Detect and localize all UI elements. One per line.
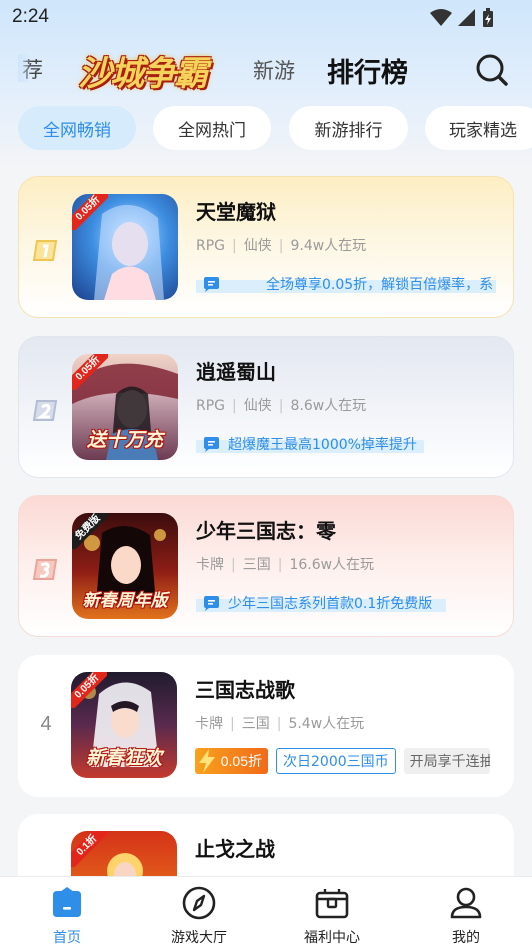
game-cover: 0.05折 (72, 194, 178, 300)
chat-bubble-icon (204, 595, 219, 611)
discount-ribbon-label: 0.1折 (71, 831, 107, 867)
logo-text: 沙城争霸 (78, 54, 208, 94)
chat-bubble-icon (204, 436, 219, 452)
filter-chip-bestselling[interactable]: 全网畅销 (18, 106, 136, 150)
search-icon (476, 54, 508, 86)
game-meta: 卡牌 | 三国 | 16.6w人在玩 (196, 557, 375, 573)
filter-chip-player-picks[interactable]: 玩家精选 (425, 106, 532, 150)
discount-ribbon-label: 0.05折 (72, 194, 108, 230)
cover-caption: 送十万充 (86, 429, 163, 451)
status-bar: 2:24 (0, 0, 532, 36)
nav-home[interactable]: 首页 (17, 877, 117, 946)
game-card-1[interactable]: 0.05折 天堂魔狱 RPG | 仙侠 | 9.4w人在玩 全场尊享0.05折，解锁百倍… (18, 176, 514, 318)
nav-profile-label: 我的 (452, 930, 480, 946)
game-title: 天堂魔狱 (196, 200, 276, 224)
game-players: 9.4w人在玩 (290, 238, 367, 254)
game-theme: 仙侠 (243, 238, 272, 254)
game-cover: 免费版 新春周年版 (72, 513, 178, 619)
free-version-ribbon: 免费版 (72, 513, 108, 549)
nav-game-hall-label: 游戏大厅 (171, 930, 227, 946)
discount-ribbon: 0.05折 (71, 672, 107, 708)
battery-icon (483, 8, 493, 27)
filter-chip-hot[interactable]: 全网热门 (153, 106, 271, 150)
tab-fade (18, 54, 32, 82)
tab-recommend[interactable]: 荐 (18, 54, 43, 84)
brand-logo[interactable]: 沙城争霸 (78, 44, 224, 94)
game-title: 少年三国志：零 (196, 519, 336, 543)
game-genre: 卡牌 (196, 557, 224, 573)
promo-line: 少年三国志系列首款0.1折免费版 (196, 594, 446, 612)
game-players: 5.4w人在玩 (288, 716, 365, 732)
game-title: 逍遥蜀山 (196, 360, 276, 384)
chat-bubble-icon (204, 276, 219, 292)
status-time: 2:24 (12, 6, 49, 27)
free-version-ribbon-label: 免费版 (72, 513, 108, 549)
game-title: 三国志战歌 (195, 678, 295, 702)
game-meta: RPG | 仙侠 | 9.4w人在玩 (196, 238, 367, 254)
gacha-bonus-tag: 开局享千连抽 (403, 748, 490, 774)
game-card-3[interactable]: 免费版 新春周年版 少年三国志：零 卡牌 | 三国 | 16.6w人在玩 少年三国志系列… (18, 495, 514, 637)
game-meta: 卡牌 | 三国 | 5.4w人在玩 (195, 716, 365, 732)
cover-caption: 新春狂欢 (85, 747, 162, 769)
game-meta: RPG | 仙侠 | 8.6w人在玩 (196, 398, 367, 414)
nav-welfare-center[interactable]: 福利中心 (282, 877, 382, 946)
nav-home-label: 首页 (53, 930, 81, 946)
status-icons (430, 8, 494, 28)
discount-ribbon: 0.1折 (71, 831, 107, 867)
discount-ribbon-label: 0.05折 (72, 354, 108, 390)
search-button[interactable] (474, 52, 510, 88)
lightning-icon (199, 749, 215, 773)
rank-number: 4 (40, 713, 52, 735)
game-card-2[interactable]: 0.05折 送十万充 逍遥蜀山 RPG | 仙侠 | 8.6w人在玩 超爆魔王最高100… (18, 336, 514, 478)
promo-line: 超爆魔王最高1000%掉率提升 (196, 435, 424, 453)
discount-ribbon: 0.05折 (72, 194, 108, 230)
cover-caption: 新春周年版 (82, 591, 168, 611)
bottom-navigation: 首页 游戏大厅 福利中心 我的 (0, 876, 532, 946)
promo-text: 全场尊享0.05折，解锁百倍爆率，系 (266, 277, 494, 293)
game-theme: 三国 (242, 557, 271, 573)
tab-ranking[interactable]: 排行榜 (327, 51, 408, 90)
compass-icon (182, 886, 216, 920)
game-genre: RPG (196, 238, 226, 254)
top-header: 荐 沙城争霸 新游 排行榜 (0, 40, 532, 98)
discount-tag-label: 0.05折 (220, 753, 262, 769)
game-cover: 0.05折 新春狂欢 (71, 672, 177, 778)
game-players: 16.6w人在玩 (289, 557, 375, 573)
game-card-4[interactable]: 4 0.05折 新春狂欢 三国志战歌 卡牌 | 三国 | 5.4w人在玩 0.05折 次… (18, 655, 514, 797)
promo-line: 全场尊享0.05折，解锁百倍爆率，系 (196, 275, 496, 293)
discount-ribbon-label: 0.05折 (71, 672, 107, 708)
game-cover: 0.05折 送十万充 (72, 354, 178, 460)
ranking-filter-bar: 全网畅销 全网热门 新游排行 玩家精选 (0, 106, 532, 152)
gift-box-icon (315, 889, 349, 919)
game-tags: 0.05折 次日2000三国币 开局享千连抽 (195, 748, 490, 774)
rank-2-badge-icon (32, 400, 58, 421)
promo-text: 少年三国志系列首款0.1折免费版 (228, 596, 433, 612)
promo-text: 超爆魔王最高1000%掉率提升 (228, 437, 417, 453)
rank-3-badge-icon (32, 559, 58, 580)
game-players: 8.6w人在玩 (290, 398, 367, 414)
game-genre: 卡牌 (195, 716, 223, 732)
nav-welfare-center-label: 福利中心 (304, 930, 360, 946)
wifi-icon (430, 9, 452, 26)
game-theme: 三国 (241, 716, 270, 732)
game-title: 止戈之战 (195, 837, 275, 861)
rank-1-badge-icon (32, 240, 58, 261)
nav-profile[interactable]: 我的 (416, 877, 516, 946)
filter-chip-new-games[interactable]: 新游排行 (289, 106, 408, 150)
user-icon (450, 887, 482, 919)
discount-ribbon: 0.05折 (72, 354, 108, 390)
signal-icon (458, 9, 475, 26)
tab-new-games[interactable]: 新游 (253, 55, 295, 85)
coin-bonus-tag: 次日2000三国币 (276, 748, 396, 774)
nav-game-hall[interactable]: 游戏大厅 (149, 877, 249, 946)
home-icon (53, 887, 81, 917)
game-genre: RPG (196, 398, 226, 414)
discount-tag: 0.05折 (195, 748, 268, 774)
game-theme: 仙侠 (243, 398, 272, 414)
